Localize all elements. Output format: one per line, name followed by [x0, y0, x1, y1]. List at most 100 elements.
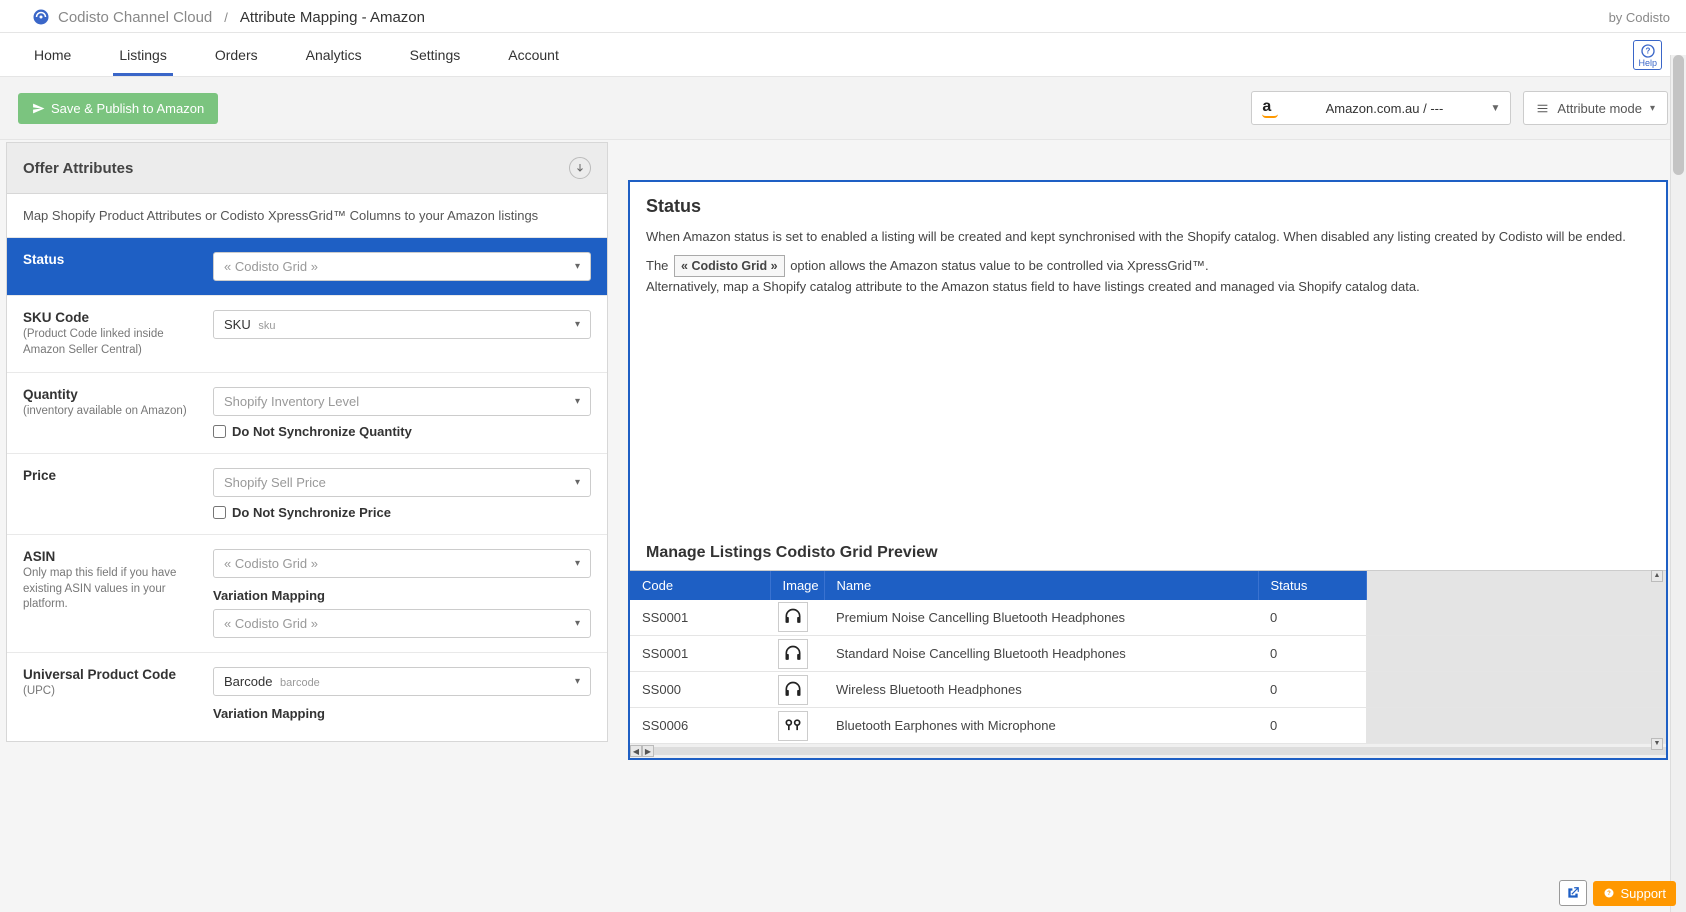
- info-description: When Amazon status is set to enabled a l…: [630, 227, 1666, 317]
- nav-bar: Home Listings Orders Analytics Settings …: [0, 33, 1686, 77]
- asin-variation-value: « Codisto Grid »: [224, 616, 318, 631]
- table-row[interactable]: SS0001Standard Noise Cancelling Bluetoot…: [630, 636, 1666, 672]
- send-icon: [32, 102, 45, 115]
- content-wrap: Offer Attributes Map Shopify Product Att…: [0, 140, 1686, 770]
- save-publish-button[interactable]: Save & Publish to Amazon: [18, 93, 218, 124]
- header-left: Codisto Channel Cloud / Attribute Mappin…: [32, 8, 425, 26]
- col-image[interactable]: Image: [770, 571, 824, 600]
- product-image-icon: [778, 602, 808, 632]
- field-row-sku: SKU Code (Product Code linked inside Ama…: [7, 296, 607, 373]
- tab-home[interactable]: Home: [28, 33, 77, 76]
- grid-horizontal-scrollbar[interactable]: ◀ ▶: [630, 744, 1666, 758]
- header-bar: Codisto Channel Cloud / Attribute Mappin…: [0, 0, 1686, 33]
- attribute-mode-button[interactable]: Attribute mode ▾: [1523, 91, 1668, 125]
- info-p2-post: option allows the Amazon status value to…: [790, 258, 1208, 273]
- col-name[interactable]: Name: [824, 571, 1258, 600]
- field-row-quantity: Quantity (inventory available on Amazon)…: [7, 373, 607, 454]
- info-p2-pre: The: [646, 258, 672, 273]
- price-sync-checkbox[interactable]: [213, 506, 226, 519]
- field-row-status[interactable]: Status « Codisto Grid » ▾: [7, 238, 607, 296]
- attribute-mode-label: Attribute mode: [1557, 101, 1642, 116]
- help-icon: ?: [1603, 887, 1615, 899]
- popout-button[interactable]: [1559, 880, 1587, 906]
- collapse-button[interactable]: [569, 157, 591, 179]
- table-row[interactable]: SS0001 Premium Noise Cancelling Bluetooth…: [630, 600, 1666, 636]
- help-label: Help: [1638, 59, 1657, 68]
- chevron-down-icon: ▾: [575, 558, 580, 569]
- tab-account[interactable]: Account: [502, 33, 565, 76]
- sku-select[interactable]: SKU sku ▾: [213, 310, 591, 339]
- table-row[interactable]: SS000Wireless Bluetooth Headphones0: [630, 672, 1666, 708]
- cell-status: 0: [1258, 600, 1366, 636]
- asin-label: ASIN: [23, 549, 193, 564]
- scroll-up-icon[interactable]: ▲: [1651, 570, 1663, 582]
- scroll-down-icon[interactable]: ▼: [1651, 738, 1663, 750]
- cell-code: SS0001: [630, 600, 770, 636]
- info-para-2: The « Codisto Grid » option allows the A…: [646, 255, 1650, 297]
- col-status[interactable]: Status: [1258, 571, 1366, 600]
- preview-title: Manage Listings Codisto Grid Preview: [630, 534, 1666, 570]
- field-row-asin: ASIN Only map this field if you have exi…: [7, 535, 607, 653]
- table-row[interactable]: SS0006Bluetooth Earphones with Microphon…: [630, 708, 1666, 744]
- tab-settings[interactable]: Settings: [404, 33, 467, 76]
- cell-name: Premium Noise Cancelling Bluetooth Headp…: [824, 600, 1258, 636]
- price-sync-label: Do Not Synchronize Price: [232, 505, 391, 520]
- asin-variation-select[interactable]: « Codisto Grid » ▾: [213, 609, 591, 638]
- sku-sublabel: (Product Code linked inside Amazon Selle…: [23, 327, 193, 358]
- sku-select-value: SKU: [224, 317, 251, 332]
- help-button[interactable]: ? Help: [1633, 40, 1662, 70]
- tab-analytics[interactable]: Analytics: [300, 33, 368, 76]
- chevron-down-icon: ▾: [575, 319, 580, 330]
- chevron-down-icon: ▾: [575, 618, 580, 629]
- grid-vertical-scrollbar[interactable]: ▲ ▼: [1651, 570, 1663, 750]
- by-codisto-label: by Codisto: [1609, 10, 1670, 25]
- breadcrumb-root[interactable]: Codisto Channel Cloud: [58, 9, 212, 26]
- panel-header: Offer Attributes: [7, 143, 607, 194]
- quantity-label: Quantity: [23, 387, 193, 402]
- status-select[interactable]: « Codisto Grid » ▾: [213, 252, 591, 281]
- status-select-value: « Codisto Grid »: [224, 259, 318, 274]
- quantity-sync-checkbox[interactable]: [213, 425, 226, 438]
- svg-text:?: ?: [1608, 891, 1612, 897]
- cell-status: 0: [1258, 672, 1366, 708]
- hscroll-track[interactable]: [654, 747, 1666, 755]
- upc-value: Barcode: [224, 674, 272, 689]
- support-label: Support: [1620, 886, 1666, 901]
- action-bar: Save & Publish to Amazon a Amazon.com.au…: [0, 77, 1686, 140]
- price-placeholder: Shopify Sell Price: [224, 475, 326, 490]
- asin-variation-label: Variation Mapping: [213, 588, 591, 603]
- quantity-placeholder: Shopify Inventory Level: [224, 394, 359, 409]
- tab-orders[interactable]: Orders: [209, 33, 264, 76]
- cell-code: SS0001: [630, 636, 770, 672]
- product-image-icon: [778, 639, 808, 669]
- upc-label: Universal Product Code: [23, 667, 193, 682]
- tab-listings[interactable]: Listings: [113, 33, 172, 76]
- product-image-icon: [778, 711, 808, 741]
- field-row-price: Price Shopify Sell Price ▾ Do Not Synchr…: [7, 454, 607, 535]
- upc-value-sub: barcode: [280, 677, 320, 689]
- price-select[interactable]: Shopify Sell Price ▾: [213, 468, 591, 497]
- quantity-select[interactable]: Shopify Inventory Level ▾: [213, 387, 591, 416]
- page-scrollbar[interactable]: [1670, 55, 1686, 912]
- scroll-right-icon[interactable]: ▶: [642, 745, 654, 757]
- cell-rest: [1366, 636, 1666, 672]
- asin-select[interactable]: « Codisto Grid » ▾: [213, 549, 591, 578]
- page-scrollbar-thumb[interactable]: [1673, 55, 1684, 175]
- quantity-sync-checkbox-row[interactable]: Do Not Synchronize Quantity: [213, 424, 591, 439]
- scroll-left-icon[interactable]: ◀: [630, 745, 642, 757]
- cell-status: 0: [1258, 636, 1366, 672]
- chevron-down-icon: ▼: [1491, 103, 1501, 114]
- price-sync-checkbox-row[interactable]: Do Not Synchronize Price: [213, 505, 591, 520]
- upc-select[interactable]: Barcode barcode ▾: [213, 667, 591, 696]
- panel-title: Offer Attributes: [23, 160, 133, 177]
- col-code[interactable]: Code: [630, 571, 770, 600]
- nav-tabs: Home Listings Orders Analytics Settings …: [20, 33, 565, 76]
- upc-sublabel: (UPC): [23, 684, 193, 700]
- offer-attributes-panel: Offer Attributes Map Shopify Product Att…: [6, 142, 608, 742]
- action-right: a Amazon.com.au / --- ▼ Attribute mode ▾: [1251, 91, 1668, 125]
- amazon-marketplace-select[interactable]: a Amazon.com.au / --- ▼: [1251, 91, 1511, 125]
- support-button[interactable]: ? Support: [1593, 881, 1676, 906]
- quantity-sublabel: (inventory available on Amazon): [23, 404, 193, 420]
- info-para-3: Alternatively, map a Shopify catalog att…: [646, 279, 1420, 294]
- preview-table: Code Image Name Status SS0001 Premium Noi…: [630, 571, 1666, 745]
